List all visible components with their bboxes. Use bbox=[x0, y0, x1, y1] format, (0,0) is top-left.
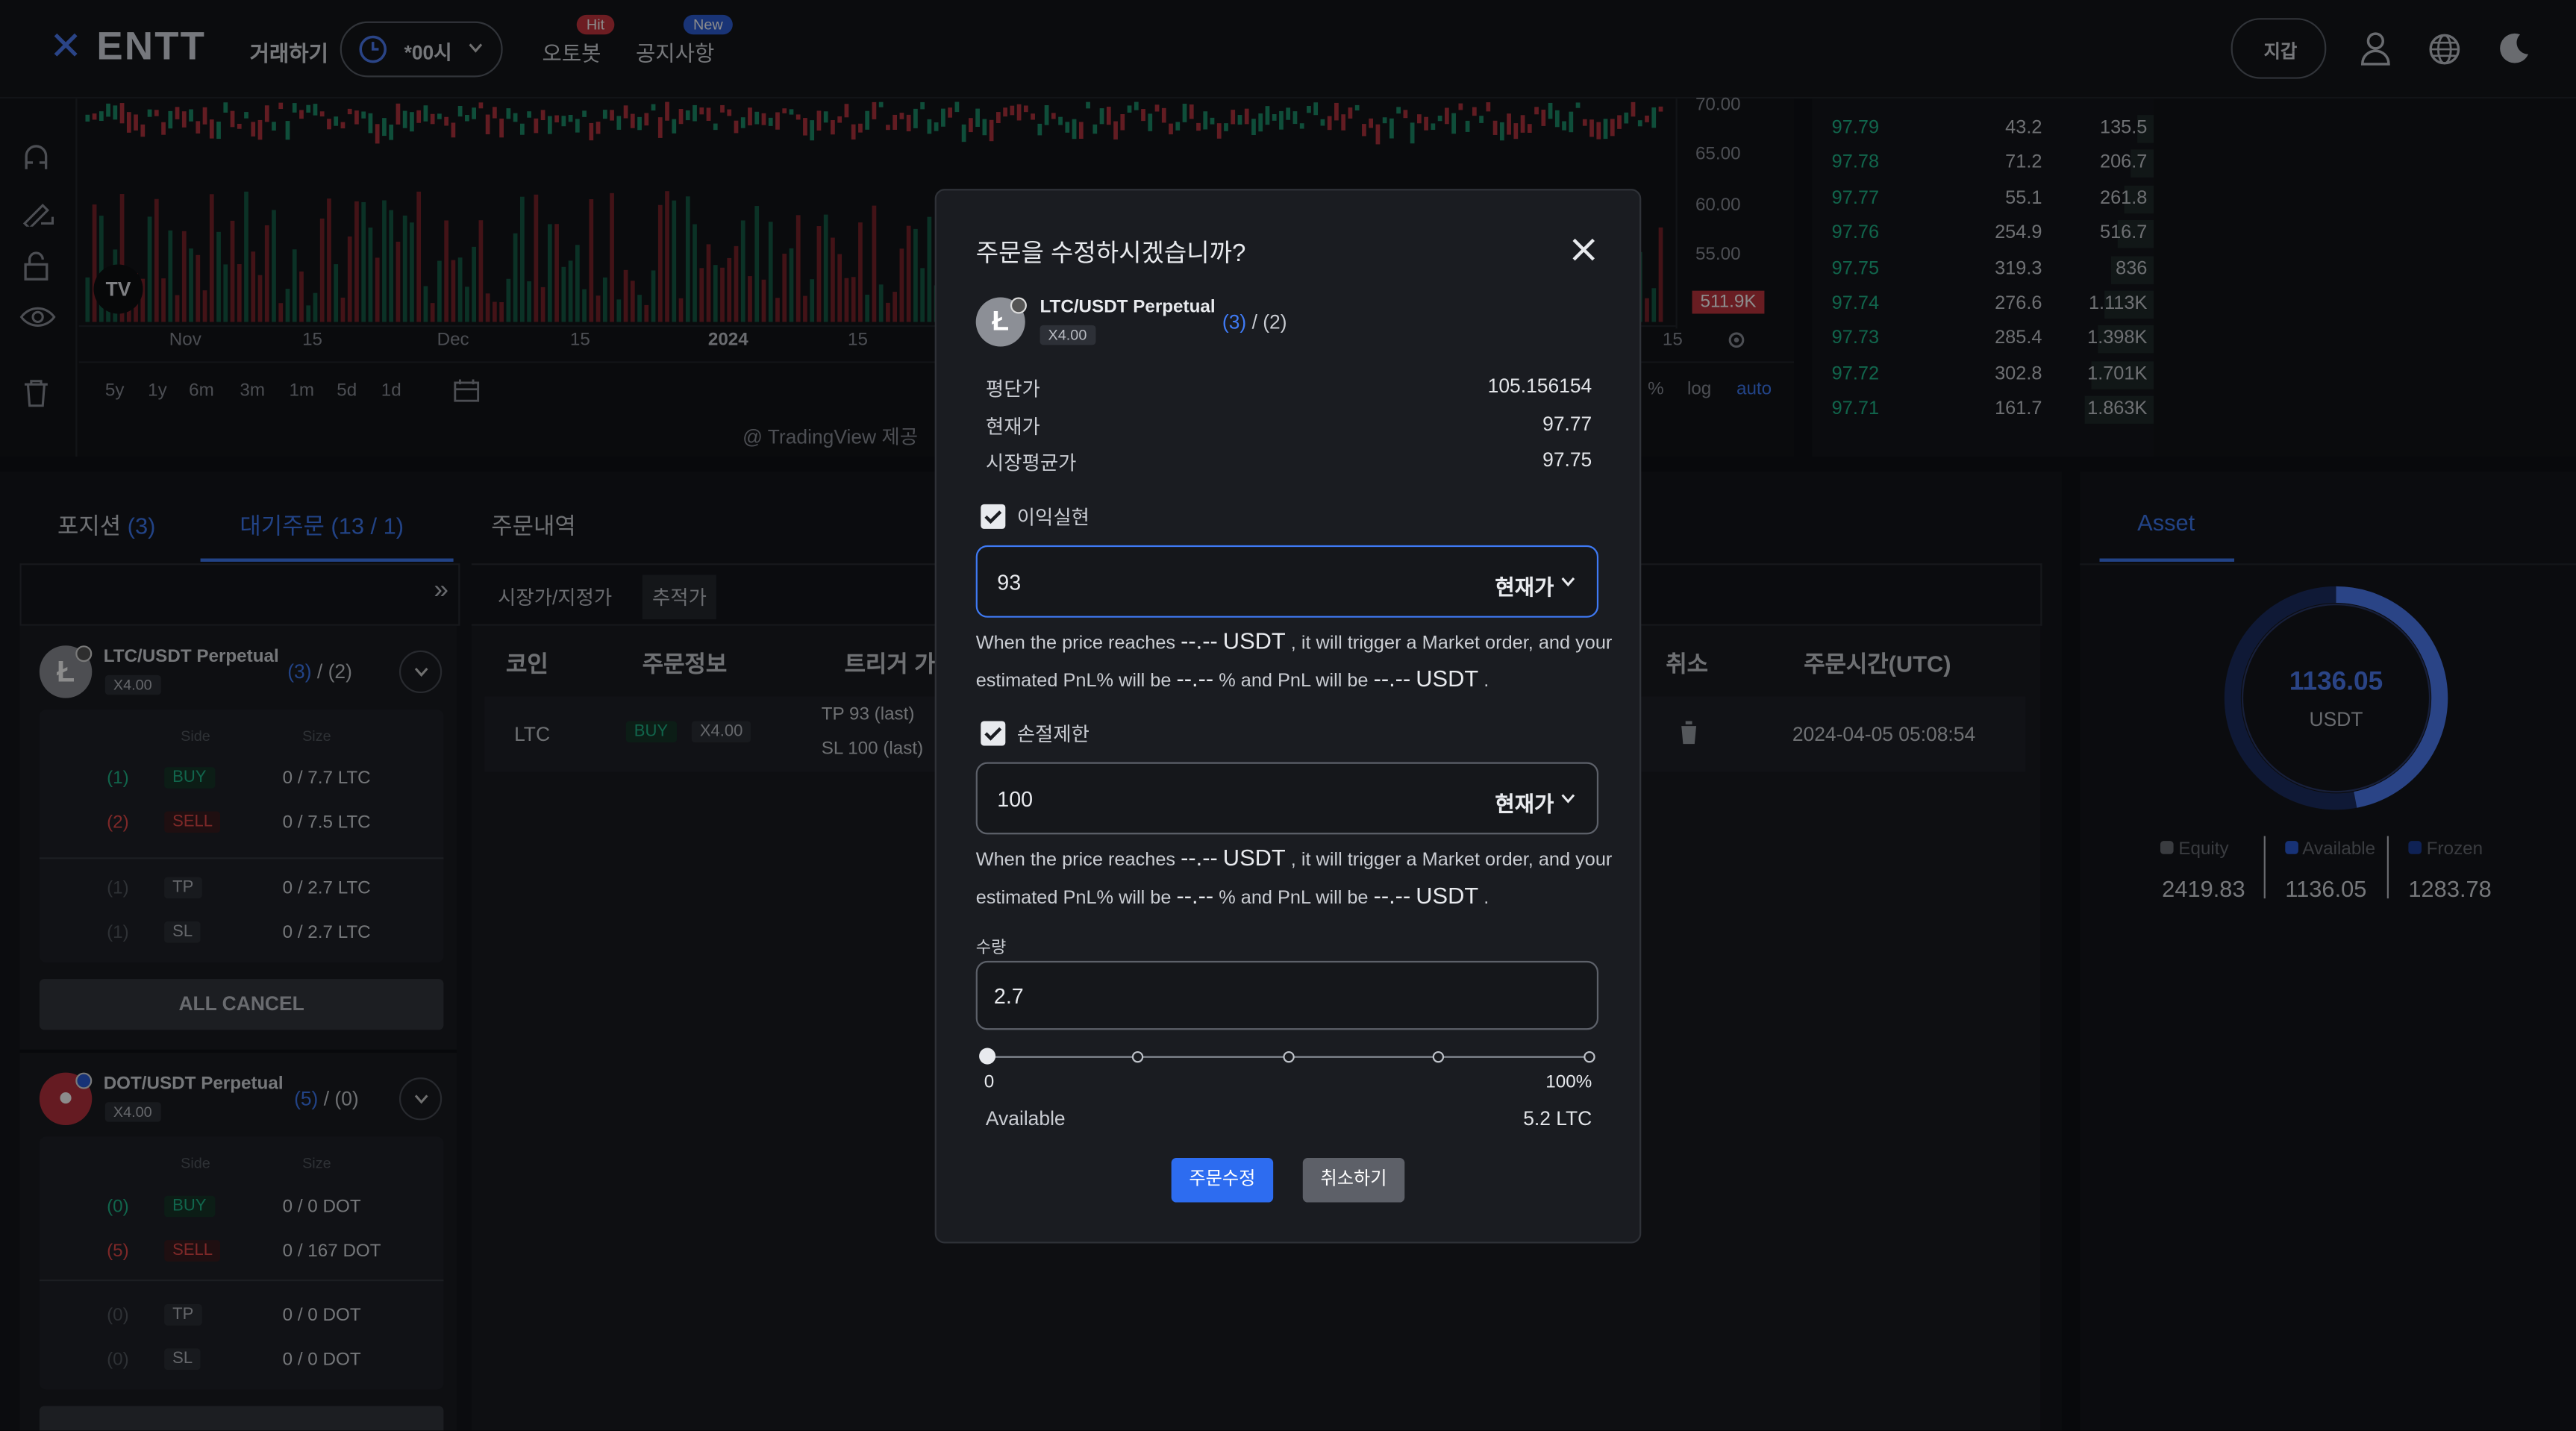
slider-step[interactable] bbox=[1432, 1050, 1445, 1063]
check-icon bbox=[984, 510, 1002, 525]
cancel-button[interactable]: 취소하기 bbox=[1302, 1158, 1405, 1203]
check-icon bbox=[984, 727, 1002, 741]
qty-value: 2.7 bbox=[993, 983, 1024, 1009]
qty-label: 수량 bbox=[975, 939, 1007, 958]
tp-checkbox[interactable] bbox=[981, 504, 1006, 529]
tp-label: 이익실현 bbox=[1016, 506, 1090, 529]
modal-leverage: X4.00 bbox=[1040, 325, 1095, 345]
sl-price-value: 100 bbox=[997, 786, 1034, 812]
slider-handle[interactable] bbox=[979, 1048, 996, 1065]
sl-type-select[interactable]: 현재가 bbox=[1495, 787, 1554, 818]
close-icon[interactable] bbox=[1572, 238, 1595, 261]
mark-price-value: 97.75 bbox=[1542, 448, 1592, 472]
slider-step[interactable] bbox=[1583, 1050, 1595, 1063]
current-price-value: 97.77 bbox=[1542, 412, 1592, 436]
sl-note: When the price reaches --.-- USDT , it w… bbox=[975, 844, 1613, 909]
modal-pair: LTC/USDT Perpetual bbox=[1040, 297, 1216, 317]
slider-max-label: 100% bbox=[1545, 1072, 1592, 1092]
chevron-down-icon bbox=[1561, 577, 1575, 587]
tp-price-input[interactable]: 93 현재가 bbox=[975, 545, 1599, 618]
sl-checkbox[interactable] bbox=[981, 721, 1006, 746]
current-price-label: 현재가 bbox=[985, 415, 1040, 439]
edit-order-modal: 주문을 수정하시겠습니까? Ł LTC/USDT Perpetual X4.00… bbox=[934, 189, 1642, 1244]
slider-step[interactable] bbox=[1282, 1050, 1294, 1063]
sl-label: 손절제한 bbox=[1016, 722, 1090, 746]
confirm-edit-button[interactable]: 주문수정 bbox=[1171, 1158, 1274, 1203]
slider-step[interactable] bbox=[1131, 1050, 1144, 1063]
avg-price-label: 평단가 bbox=[985, 378, 1040, 401]
chevron-down-icon bbox=[1561, 794, 1575, 804]
tp-price-value: 93 bbox=[997, 569, 1022, 595]
tp-note: When the price reaches --.-- USDT , it w… bbox=[975, 627, 1613, 692]
app-root: ✕ ENTT 거래하기 *00시 Hit 오토봇 New 공지사항 지갑 TV … bbox=[0, 0, 2576, 1431]
tp-type-select[interactable]: 현재가 bbox=[1495, 570, 1554, 601]
sl-price-input[interactable]: 100 현재가 bbox=[975, 762, 1599, 835]
available-label: Available bbox=[985, 1106, 1066, 1130]
qty-input[interactable]: 2.7 bbox=[975, 960, 1599, 1030]
slider-min-label: 0 bbox=[984, 1072, 995, 1092]
modal-title: 주문을 수정하시겠습니까? bbox=[975, 239, 1246, 268]
mark-price-label: 시장평균가 bbox=[985, 451, 1077, 475]
avg-price-value: 105.156154 bbox=[1487, 374, 1592, 398]
available-value: 5.2 LTC bbox=[1523, 1106, 1592, 1130]
